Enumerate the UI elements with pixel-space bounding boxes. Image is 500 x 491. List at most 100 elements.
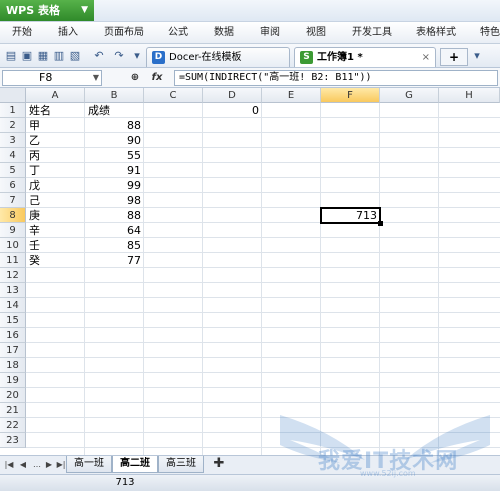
cell-b4[interactable]: 55 [85,148,143,163]
open-file-icon[interactable]: ▣ [20,49,34,63]
gridline [26,342,500,343]
cell-b11[interactable]: 77 [85,253,143,268]
row-header[interactable]: 11 [0,253,26,268]
column-header-b[interactable]: B [85,88,144,103]
preview-icon[interactable]: ▧ [68,49,82,63]
tab-insert[interactable]: 插入 [58,22,78,44]
more-icon[interactable]: … [32,459,42,471]
gridline [26,417,500,418]
app-menu-button[interactable]: WPS 表格 ▼ [0,0,94,21]
tab-data[interactable]: 数据 [214,22,234,44]
row-header[interactable]: 12 [0,268,26,283]
cell-b2[interactable]: 88 [85,118,143,133]
column-header-d[interactable]: D [203,88,262,103]
sheet-tab-bar: |◀ ◀ … ▶ ▶| 高一班 高二班 高三班 ✚ [0,455,500,474]
tab-home[interactable]: 开始 [12,22,32,44]
next-sheet-icon[interactable]: ▶ [44,459,54,471]
cell-a3[interactable]: 乙 [27,133,85,148]
tab-table-style[interactable]: 表格样式 [416,22,456,44]
new-file-icon[interactable]: ▤ [4,49,18,63]
cell-b8[interactable]: 88 [85,208,143,223]
row-header[interactable]: 4 [0,148,26,163]
tab-page-layout[interactable]: 页面布局 [104,22,144,44]
cell-a4[interactable]: 丙 [27,148,85,163]
tab-special[interactable]: 特色 [480,22,500,44]
close-icon[interactable]: × [422,48,430,67]
cell-a6[interactable]: 戊 [27,178,85,193]
row-header[interactable]: 3 [0,133,26,148]
print-icon[interactable]: ▥ [52,49,66,63]
cell-a8[interactable]: 庚 [27,208,85,223]
tab-view[interactable]: 视图 [306,22,326,44]
row-header[interactable]: 14 [0,298,26,313]
row-header[interactable]: 17 [0,343,26,358]
chevron-down-icon[interactable]: ▾ [470,49,484,63]
cell-b7[interactable]: 98 [85,193,143,208]
doc-tab-workbook1[interactable]: S 工作簿1 * × [294,47,436,67]
cell-b5[interactable]: 91 [85,163,143,178]
row-header[interactable]: 1 [0,103,26,118]
cell-d1[interactable]: 0 [203,103,261,118]
new-tab-button[interactable]: + [440,48,468,66]
prev-sheet-icon[interactable]: ◀ [18,459,28,471]
row-header[interactable]: 8 [0,208,26,223]
gridline [26,312,500,313]
cell-b3[interactable]: 90 [85,133,143,148]
select-all-corner[interactable] [0,88,26,103]
active-cell-f8[interactable]: 713 [320,207,383,226]
cell-a7[interactable]: 己 [27,193,85,208]
undo-icon[interactable]: ↶ [92,49,106,63]
formula-input[interactable]: =SUM(INDIRECT("高一班! B2: B11")) [174,70,498,86]
gridline [26,282,500,283]
plus-icon: + [448,50,460,64]
tab-developer[interactable]: 开发工具 [352,22,392,44]
cell-a9[interactable]: 辛 [27,223,85,238]
customize-toolbar-icon[interactable]: ▾ [130,49,144,63]
column-header-a[interactable]: A [26,88,85,103]
row-header[interactable]: 6 [0,178,26,193]
zoom-icon[interactable]: ⊕ [128,71,142,85]
cell-a1[interactable]: 姓名 [27,103,85,118]
row-header[interactable]: 10 [0,238,26,253]
first-sheet-icon[interactable]: |◀ [4,459,14,471]
row-header[interactable]: 2 [0,118,26,133]
row-header[interactable]: 13 [0,283,26,298]
cell-a11[interactable]: 癸 [27,253,85,268]
column-header-g[interactable]: G [380,88,439,103]
column-header-e[interactable]: E [262,88,321,103]
sheet-tab-gao1[interactable]: 高一班 [66,456,112,473]
cell-b1[interactable]: 成绩 [86,103,144,118]
column-header-h[interactable]: H [439,88,500,103]
row-header[interactable]: 21 [0,403,26,418]
row-header[interactable]: 16 [0,328,26,343]
column-header-c[interactable]: C [144,88,203,103]
row-header[interactable]: 15 [0,313,26,328]
redo-icon[interactable]: ↷ [112,49,126,63]
row-header[interactable]: 9 [0,223,26,238]
cell-b10[interactable]: 85 [85,238,143,253]
cell-a5[interactable]: 丁 [27,163,85,178]
row-header[interactable]: 23 [0,433,26,448]
last-sheet-icon[interactable]: ▶| [56,459,66,471]
column-header-f[interactable]: F [321,88,380,103]
row-header[interactable]: 19 [0,373,26,388]
cell-b6[interactable]: 99 [85,178,143,193]
row-header[interactable]: 20 [0,388,26,403]
cell-b9[interactable]: 64 [85,223,143,238]
row-header[interactable]: 5 [0,163,26,178]
row-header[interactable]: 22 [0,418,26,433]
tab-formulas[interactable]: 公式 [168,22,188,44]
function-icon[interactable]: fx [150,71,164,85]
cell-a2[interactable]: 甲 [27,118,85,133]
name-box[interactable]: F8 ▼ [2,70,102,86]
sheet-tab-gao2[interactable]: 高二班 [112,456,158,473]
row-header[interactable]: 18 [0,358,26,373]
add-sheet-button[interactable]: ✚ [208,457,230,472]
ribbon-tabs: 开始 插入 页面布局 公式 数据 审阅 视图 开发工具 表格样式 特色 [0,22,500,44]
cell-a10[interactable]: 壬 [27,238,85,253]
row-header[interactable]: 7 [0,193,26,208]
tab-review[interactable]: 审阅 [260,22,280,44]
sheet-tab-gao3[interactable]: 高三班 [158,456,204,473]
save-icon[interactable]: ▦ [36,49,50,63]
doc-tab-docer[interactable]: D Docer-在线模板 [146,47,290,67]
